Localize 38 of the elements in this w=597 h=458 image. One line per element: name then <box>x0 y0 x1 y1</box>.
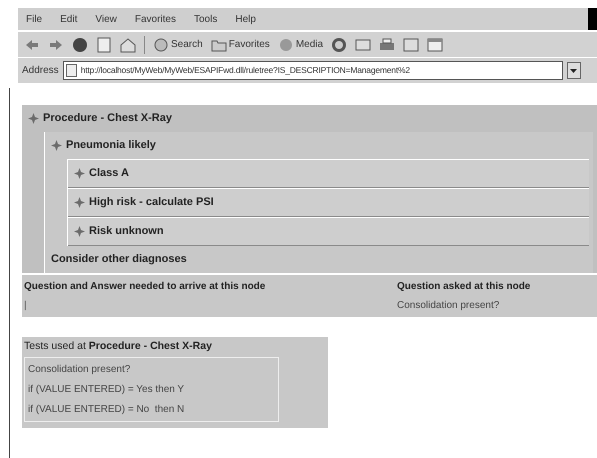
test-line: Consolidation present? <box>28 362 132 377</box>
window-icon[interactable] <box>427 36 444 52</box>
media-button[interactable]: Media <box>278 36 324 52</box>
test-line: if (VALUE ENTERED) = No then N <box>28 402 186 417</box>
printer-icon[interactable] <box>379 36 396 52</box>
qa-heading: Question asked at this node <box>397 280 530 294</box>
envelope-icon[interactable] <box>355 36 372 52</box>
qa-heading: Question and Answer needed to arrive at this node <box>24 280 266 294</box>
document-icon[interactable] <box>403 36 420 52</box>
test-line: if (VALUE ENTERED) = Yes then Y <box>28 382 186 397</box>
qa-value: Consolidation present? <box>397 299 500 313</box>
search-button[interactable]: Search <box>153 36 203 52</box>
tree-node-label[interactable]: Consider other diagnoses <box>51 251 187 268</box>
circle-icon[interactable] <box>72 36 88 52</box>
page-icon <box>66 64 77 77</box>
menu-item[interactable]: Favorites <box>134 12 176 26</box>
menu-item[interactable]: View <box>95 12 117 26</box>
dropdown-button[interactable] <box>566 62 581 79</box>
page-icon[interactable] <box>96 36 112 52</box>
diamond-icon <box>28 113 39 124</box>
tree-node-label[interactable]: High risk - calculate PSI <box>89 194 214 211</box>
menu-item[interactable]: Help <box>235 12 256 26</box>
window-edge <box>588 8 597 30</box>
address-label: Address <box>22 64 59 78</box>
tree-node-label[interactable]: Class A <box>89 165 129 182</box>
tree-node-label[interactable]: Procedure - Chest X-Ray <box>43 110 172 127</box>
qa-value: | <box>24 299 28 313</box>
menu-item[interactable]: Tools <box>194 12 218 26</box>
caret-icon <box>570 68 578 72</box>
menu-item[interactable]: Edit <box>60 12 78 26</box>
address-text: http://localhost/MyWeb/MyWeb/ESAPIFwd.dll/ruletree?IS_DESCRIPTION=Management%2 <box>80 64 410 77</box>
tests-heading: Tests used at Procedure - Chest X-Ray <box>24 339 213 354</box>
tree-node-label[interactable]: Risk unknown <box>89 223 164 240</box>
tree-node-label[interactable]: Pneumonia likely <box>66 137 156 154</box>
address-field[interactable]: http://localhost/MyWeb/MyWeb/ESAPIFwd.dll/ruletree?IS_DESCRIPTION=Management%2 <box>62 61 563 80</box>
house-icon[interactable] <box>120 36 136 52</box>
menu-item[interactable]: File <box>26 12 42 26</box>
favorites-button[interactable]: Favorites <box>210 36 270 52</box>
